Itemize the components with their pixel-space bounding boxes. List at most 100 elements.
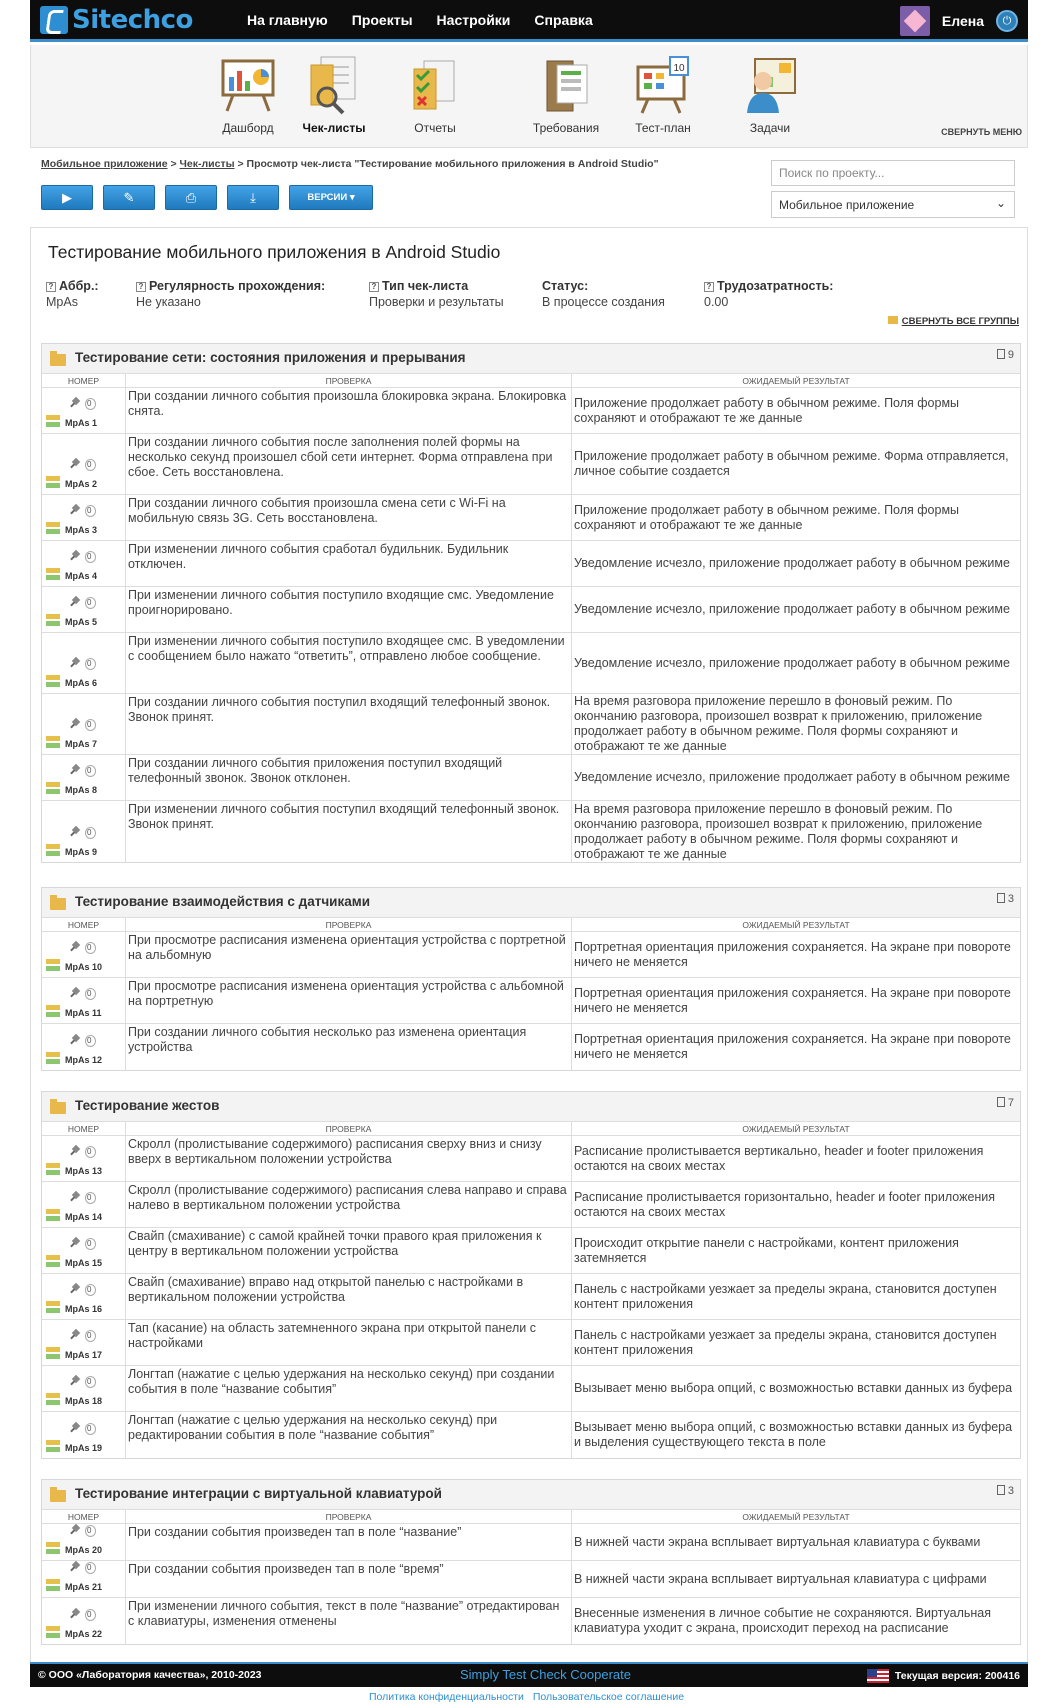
item-number[interactable]: MpAs 17: [65, 1350, 102, 1360]
item-number[interactable]: MpAs 15: [65, 1258, 102, 1268]
pin-icon[interactable]: [70, 1284, 81, 1295]
item-number[interactable]: MpAs 21: [65, 1582, 102, 1592]
item-number[interactable]: MpAs 11: [65, 1008, 102, 1018]
pin-icon[interactable]: [70, 398, 81, 409]
num-cell: 0 MpAs 22: [42, 1598, 126, 1644]
svg-text:10: 10: [673, 63, 685, 74]
pin-icon[interactable]: [70, 1330, 81, 1341]
nav-settings[interactable]: Настройки: [437, 12, 511, 28]
priority-bar: [46, 844, 60, 849]
tool-checklists[interactable]: Чек-листы: [294, 55, 374, 135]
num-cell: 0 MpAs 13: [42, 1136, 126, 1181]
pin-icon[interactable]: [70, 1525, 81, 1536]
pin-icon[interactable]: [70, 719, 81, 730]
item-number[interactable]: MpAs 1: [65, 418, 97, 428]
copyright: © ООО «Лаборатория качества», 2010-2023: [38, 1669, 262, 1681]
tool-reports[interactable]: Отчеты: [395, 55, 475, 135]
pin-icon[interactable]: [70, 1146, 81, 1157]
download-button[interactable]: ⤓: [227, 185, 279, 210]
item-number[interactable]: MpAs 7: [65, 739, 97, 749]
pin-icon[interactable]: [70, 1192, 81, 1203]
check-cell: При изменении личного события поступил в…: [126, 801, 572, 862]
pin-icon[interactable]: [70, 1238, 81, 1249]
item-number[interactable]: MpAs 9: [65, 847, 97, 857]
table-row: 0 MpAs 17 Тап (касание) на область затемне…: [42, 1320, 1020, 1366]
help-icon[interactable]: ?: [369, 282, 379, 292]
item-number[interactable]: MpAs 2: [65, 479, 97, 489]
comments-count: 0: [84, 1284, 98, 1296]
check-cell: При создании личного события произошла б…: [126, 388, 572, 433]
help-icon[interactable]: ?: [704, 282, 714, 292]
collapse-menu-link[interactable]: СВЕРНУТЬ МЕНЮ: [941, 127, 1022, 137]
pin-icon[interactable]: [70, 1562, 81, 1573]
pin-icon[interactable]: [70, 988, 81, 999]
pin-icon[interactable]: [70, 658, 81, 669]
pin-icon[interactable]: [70, 1609, 81, 1620]
flag-icon[interactable]: [866, 1669, 889, 1683]
result-cell: Приложение продолжает работу в обычном р…: [574, 502, 960, 532]
tool-requirements[interactable]: Требования: [526, 55, 606, 135]
item-number[interactable]: MpAs 16: [65, 1304, 102, 1314]
tool-dashboard[interactable]: Дашборд: [208, 55, 288, 135]
group-header[interactable]: Тестирование сети: состояния приложения …: [42, 344, 1020, 374]
user-name[interactable]: Елена: [942, 13, 984, 29]
item-number[interactable]: MpAs 20: [65, 1545, 102, 1555]
item-number[interactable]: MpAs 22: [65, 1629, 102, 1639]
pin-icon[interactable]: [70, 942, 81, 953]
pin-icon[interactable]: [70, 827, 81, 838]
pin-icon[interactable]: [70, 1423, 81, 1434]
item-number[interactable]: MpAs 18: [65, 1396, 102, 1406]
tool-tasks[interactable]: Задачи: [730, 55, 810, 135]
pin-icon[interactable]: [70, 1376, 81, 1387]
status-bar: [46, 682, 60, 687]
pin-icon[interactable]: [70, 597, 81, 608]
pin-icon[interactable]: [70, 1035, 81, 1046]
pin-icon[interactable]: [70, 551, 81, 562]
power-icon[interactable]: ⏻: [996, 10, 1018, 32]
print-button[interactable]: ⎙: [165, 185, 217, 210]
versions-button[interactable]: ВЕРСИИ ▾: [289, 185, 373, 210]
item-number[interactable]: MpAs 4: [65, 571, 97, 581]
terms-link[interactable]: Пользовательское соглашение: [533, 1691, 684, 1703]
slogan: Simply Test Check Cooperate: [460, 1667, 632, 1682]
column-headers: НОМЕР ПРОВЕРКА ОЖИДАЕМЫЙ РЕЗУЛЬТАТ: [42, 374, 1020, 388]
privacy-link[interactable]: Политика конфиденциальности: [369, 1691, 524, 1703]
help-icon[interactable]: ?: [136, 282, 146, 292]
logo-icon: [40, 6, 68, 34]
item-number[interactable]: MpAs 5: [65, 617, 97, 627]
pin-icon[interactable]: [70, 765, 81, 776]
item-number[interactable]: MpAs 14: [65, 1212, 102, 1222]
breadcrumb-project[interactable]: Мобильное приложение: [41, 158, 168, 170]
tool-label: Отчеты: [414, 121, 456, 135]
pin-icon[interactable]: [70, 505, 81, 516]
breadcrumb-checklists[interactable]: Чек-листы: [180, 158, 235, 170]
project-select[interactable]: Мобильное приложение ⌄: [771, 191, 1015, 218]
nav-help[interactable]: Справка: [534, 12, 592, 28]
logo[interactable]: Sitechco: [40, 5, 193, 35]
pin-icon[interactable]: [70, 459, 81, 470]
document-icon: [996, 1097, 1005, 1107]
item-number[interactable]: MpAs 10: [65, 962, 102, 972]
nav-projects[interactable]: Проекты: [352, 12, 413, 28]
edit-button[interactable]: ✎: [103, 185, 155, 210]
item-number[interactable]: MpAs 13: [65, 1166, 102, 1176]
item-number[interactable]: MpAs 12: [65, 1055, 102, 1065]
item-number[interactable]: MpAs 19: [65, 1443, 102, 1453]
group-title: Тестирование сети: состояния приложения …: [75, 350, 466, 365]
item-number[interactable]: MpAs 6: [65, 678, 97, 688]
item-number[interactable]: MpAs 8: [65, 785, 97, 795]
comments-count: 0: [84, 1376, 98, 1388]
help-icon[interactable]: ?: [46, 282, 56, 292]
version-text: Текущая версия: 200416: [894, 1670, 1020, 1682]
search-input[interactable]: Поиск по проекту...: [771, 160, 1015, 186]
collapse-all-groups-link[interactable]: СВЕРНУТЬ ВСЕ ГРУППЫ: [888, 316, 1019, 327]
item-number[interactable]: MpAs 3: [65, 525, 97, 535]
group-header[interactable]: Тестирование жестов 7: [42, 1092, 1020, 1122]
nav-home[interactable]: На главную: [247, 12, 328, 28]
avatar[interactable]: [899, 6, 930, 36]
group-header[interactable]: Тестирование взаимодействия с датчиками 3: [42, 888, 1020, 918]
group-header[interactable]: Тестирование интеграции с виртуальной кл…: [42, 1480, 1020, 1510]
tool-testplan[interactable]: 10 Тест-план: [623, 55, 703, 135]
run-button[interactable]: ▶: [41, 185, 93, 210]
check-cell: При создании личного события поступил вх…: [126, 694, 572, 754]
